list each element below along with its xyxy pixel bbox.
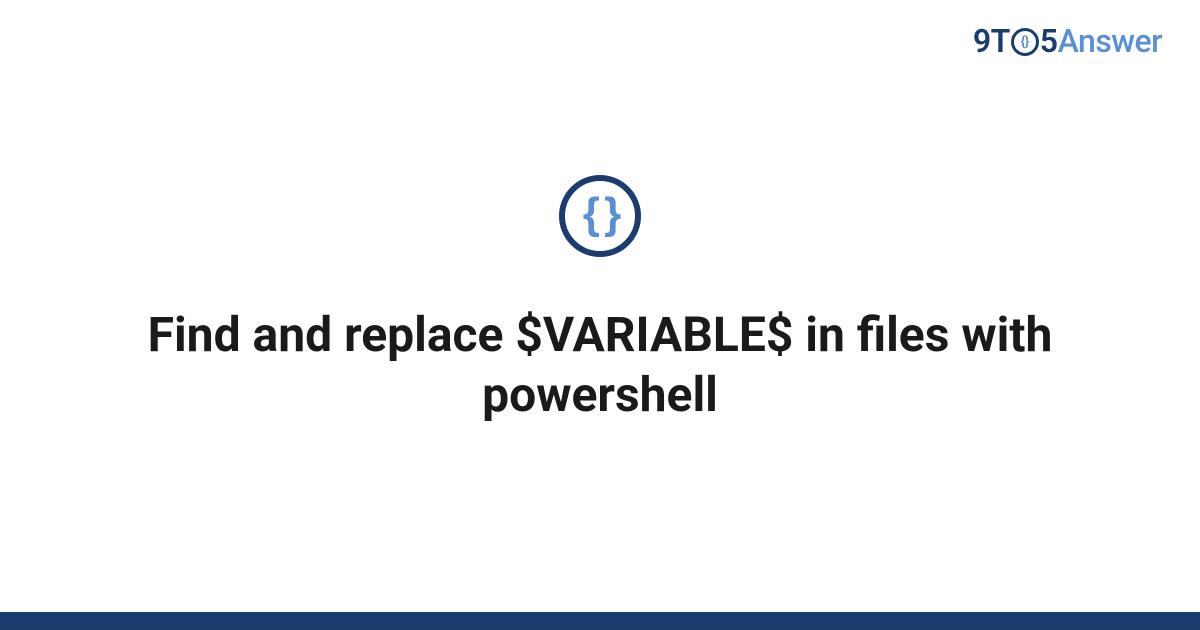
braces-icon: { }	[583, 192, 617, 236]
footer-bar	[0, 612, 1200, 630]
main-content: { } Find and replace $VARIABLE$ in files…	[0, 0, 1200, 630]
page-title: Find and replace $VARIABLE$ in files wit…	[100, 305, 1100, 425]
category-icon-circle: { }	[559, 175, 641, 257]
